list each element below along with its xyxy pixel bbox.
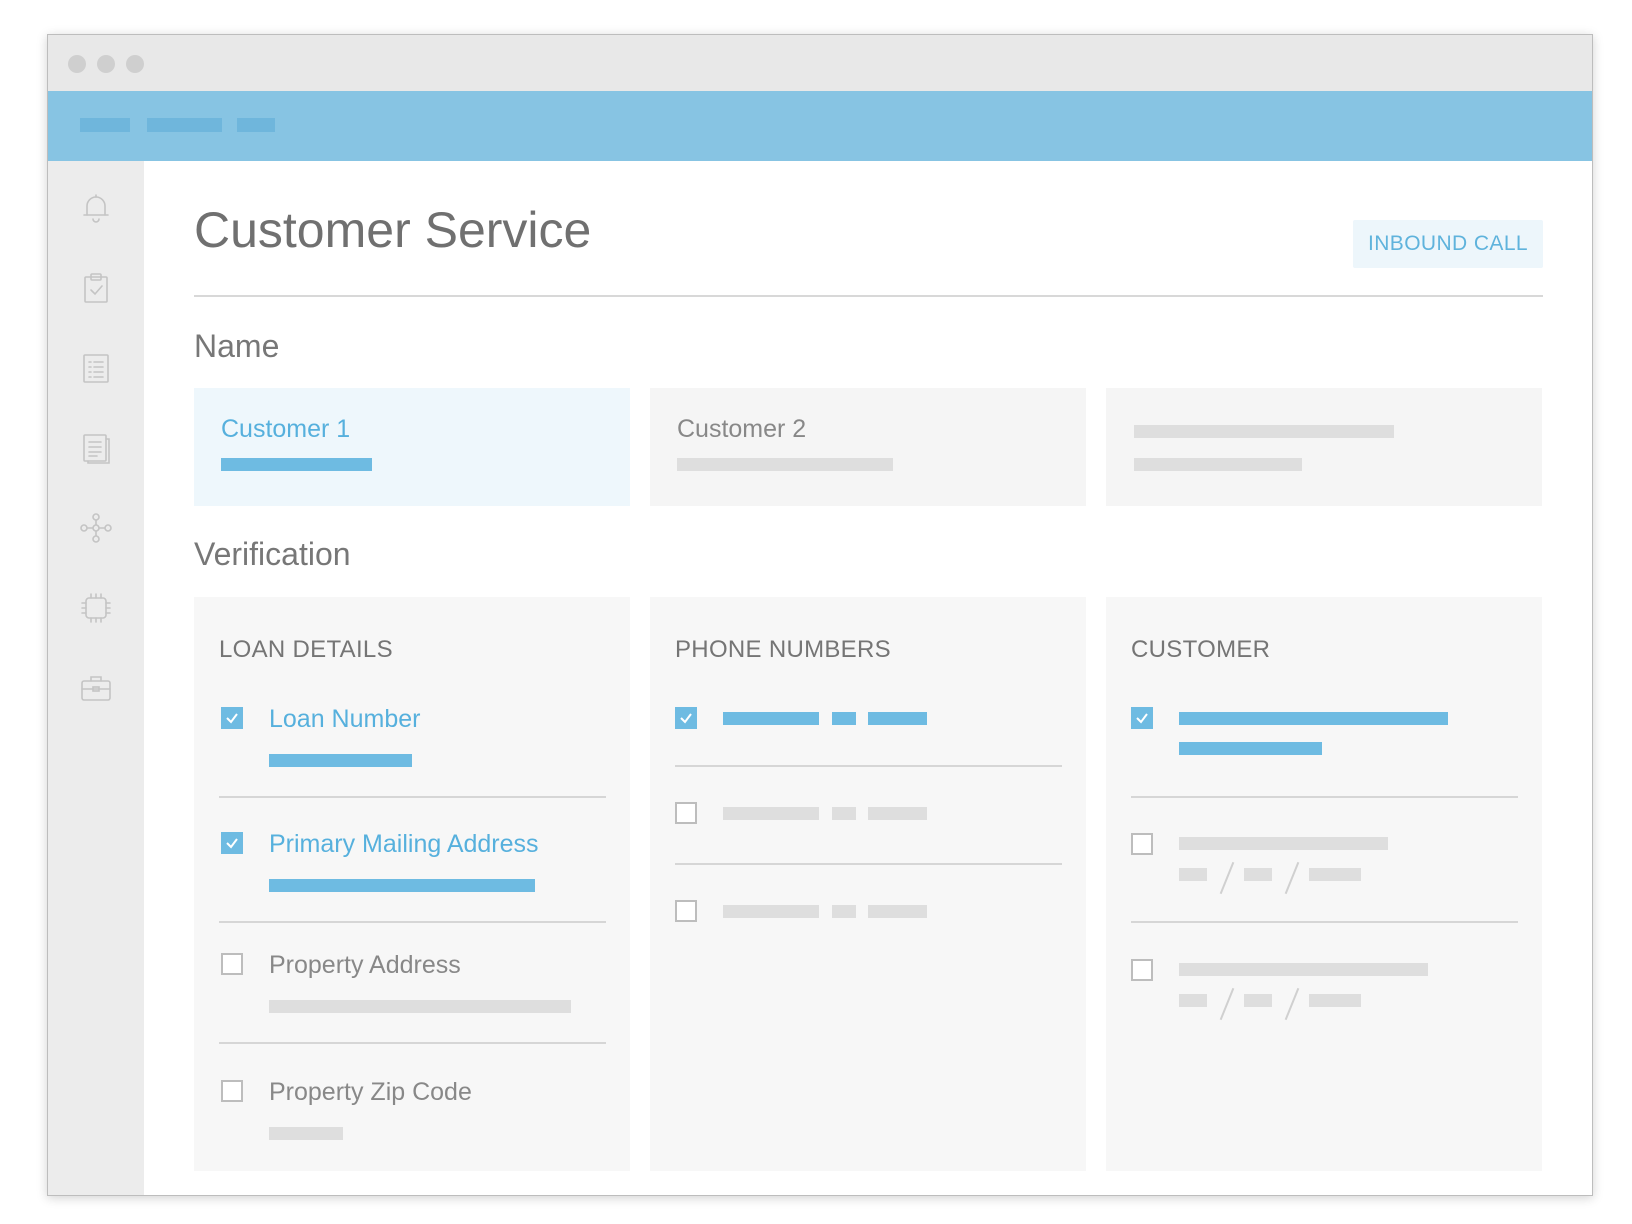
customer-card-1[interactable]: Customer 1 (194, 388, 630, 506)
date-segment-bar (1309, 868, 1361, 881)
window-minimize-dot[interactable] (97, 55, 115, 73)
date-segment-bar (1179, 868, 1207, 881)
item-divider (675, 863, 1062, 865)
value-placeholder-bar (1134, 458, 1302, 471)
property-address-checkbox[interactable] (221, 953, 243, 975)
date-separator (1284, 861, 1300, 895)
date-segment-bar (1244, 994, 1272, 1007)
customer-card-2[interactable]: Customer 2 (650, 388, 1086, 506)
main-content: Customer Service INBOUND CALL Name Custo… (144, 161, 1592, 1195)
property-address-label: Property Address (269, 951, 461, 979)
panel-heading: CUSTOMER (1131, 636, 1271, 663)
primary-mailing-address-checkbox[interactable] (221, 832, 243, 854)
phone-segment-bar (832, 807, 856, 820)
panel-heading: LOAN DETAILS (219, 636, 393, 663)
customer-item-1-checkbox[interactable] (1131, 707, 1153, 729)
sidebar (48, 161, 144, 1195)
verification-section-label: Verification (194, 536, 351, 572)
item-divider (219, 921, 606, 923)
nav-item-placeholder[interactable] (237, 118, 275, 132)
phone-segment-bar (832, 712, 856, 725)
list-icon[interactable] (79, 351, 113, 385)
checkmark-icon (226, 713, 238, 724)
label-placeholder-bar (1179, 963, 1428, 976)
window-titlebar (48, 35, 1592, 91)
checkmark-icon (226, 838, 238, 849)
nav-item-placeholder[interactable] (147, 118, 222, 132)
phone-numbers-panel: PHONE NUMBERS (650, 597, 1086, 1171)
property-zip-code-checkbox[interactable] (221, 1080, 243, 1102)
clipboard-check-icon[interactable] (79, 271, 113, 305)
customer-item-2-checkbox[interactable] (1131, 833, 1153, 855)
chip-icon[interactable] (79, 591, 113, 625)
window-close-dot[interactable] (68, 55, 86, 73)
value-placeholder-bar (677, 458, 893, 471)
document-icon[interactable] (79, 431, 113, 465)
loan-number-checkbox[interactable] (221, 707, 243, 729)
phone-segment-bar (723, 712, 819, 725)
checkmark-icon (1136, 713, 1148, 724)
primary-mailing-address-label: Primary Mailing Address (269, 830, 539, 858)
phone-segment-bar (723, 905, 819, 918)
app-window: Customer Service INBOUND CALL Name Custo… (47, 34, 1593, 1196)
title-divider (194, 295, 1543, 297)
loan-details-panel: LOAN DETAILS Loan Number Primary Mailing… (194, 597, 630, 1171)
phone-segment-bar (868, 905, 927, 918)
label-placeholder-bar (1179, 837, 1388, 850)
item-divider (675, 765, 1062, 767)
label-placeholder-bar (1134, 425, 1394, 438)
value-placeholder-bar (269, 754, 412, 767)
value-placeholder-bar (221, 458, 372, 471)
customer-panel: CUSTOMER (1106, 597, 1542, 1171)
checkmark-icon (680, 713, 692, 724)
top-navigation-bar (48, 91, 1592, 161)
item-divider (219, 796, 606, 798)
bell-icon[interactable] (79, 191, 113, 225)
phone-segment-bar (868, 807, 927, 820)
phone-segment-bar (723, 807, 819, 820)
date-separator (1219, 987, 1235, 1021)
date-separator (1284, 987, 1300, 1021)
phone-segment-bar (868, 712, 927, 725)
customer-card-label: Customer 2 (677, 415, 807, 443)
phone-segment-bar (832, 905, 856, 918)
item-divider (1131, 921, 1518, 923)
value-placeholder-bar (1179, 712, 1448, 725)
window-maximize-dot[interactable] (126, 55, 144, 73)
item-divider (219, 1042, 606, 1044)
briefcase-icon[interactable] (79, 671, 113, 705)
nav-item-placeholder[interactable] (80, 118, 130, 132)
value-placeholder-bar (269, 879, 535, 892)
customer-card-3[interactable] (1106, 388, 1542, 506)
value-placeholder-bar (269, 1127, 343, 1140)
loan-number-label: Loan Number (269, 705, 421, 733)
value-placeholder-bar (1179, 742, 1322, 755)
date-segment-bar (1244, 868, 1272, 881)
property-zip-code-label: Property Zip Code (269, 1078, 472, 1106)
network-icon[interactable] (79, 511, 113, 545)
value-placeholder-bar (269, 1000, 571, 1013)
inbound-call-button[interactable]: INBOUND CALL (1353, 220, 1543, 268)
date-segment-bar (1309, 994, 1361, 1007)
panel-heading: PHONE NUMBERS (675, 636, 891, 663)
date-separator (1219, 861, 1235, 895)
page-title: Customer Service (194, 202, 592, 258)
phone-number-1-checkbox[interactable] (675, 707, 697, 729)
customer-item-3-checkbox[interactable] (1131, 959, 1153, 981)
date-segment-bar (1179, 994, 1207, 1007)
phone-number-2-checkbox[interactable] (675, 802, 697, 824)
item-divider (1131, 796, 1518, 798)
customer-card-label: Customer 1 (221, 415, 351, 443)
name-section-label: Name (194, 328, 280, 364)
phone-number-3-checkbox[interactable] (675, 900, 697, 922)
